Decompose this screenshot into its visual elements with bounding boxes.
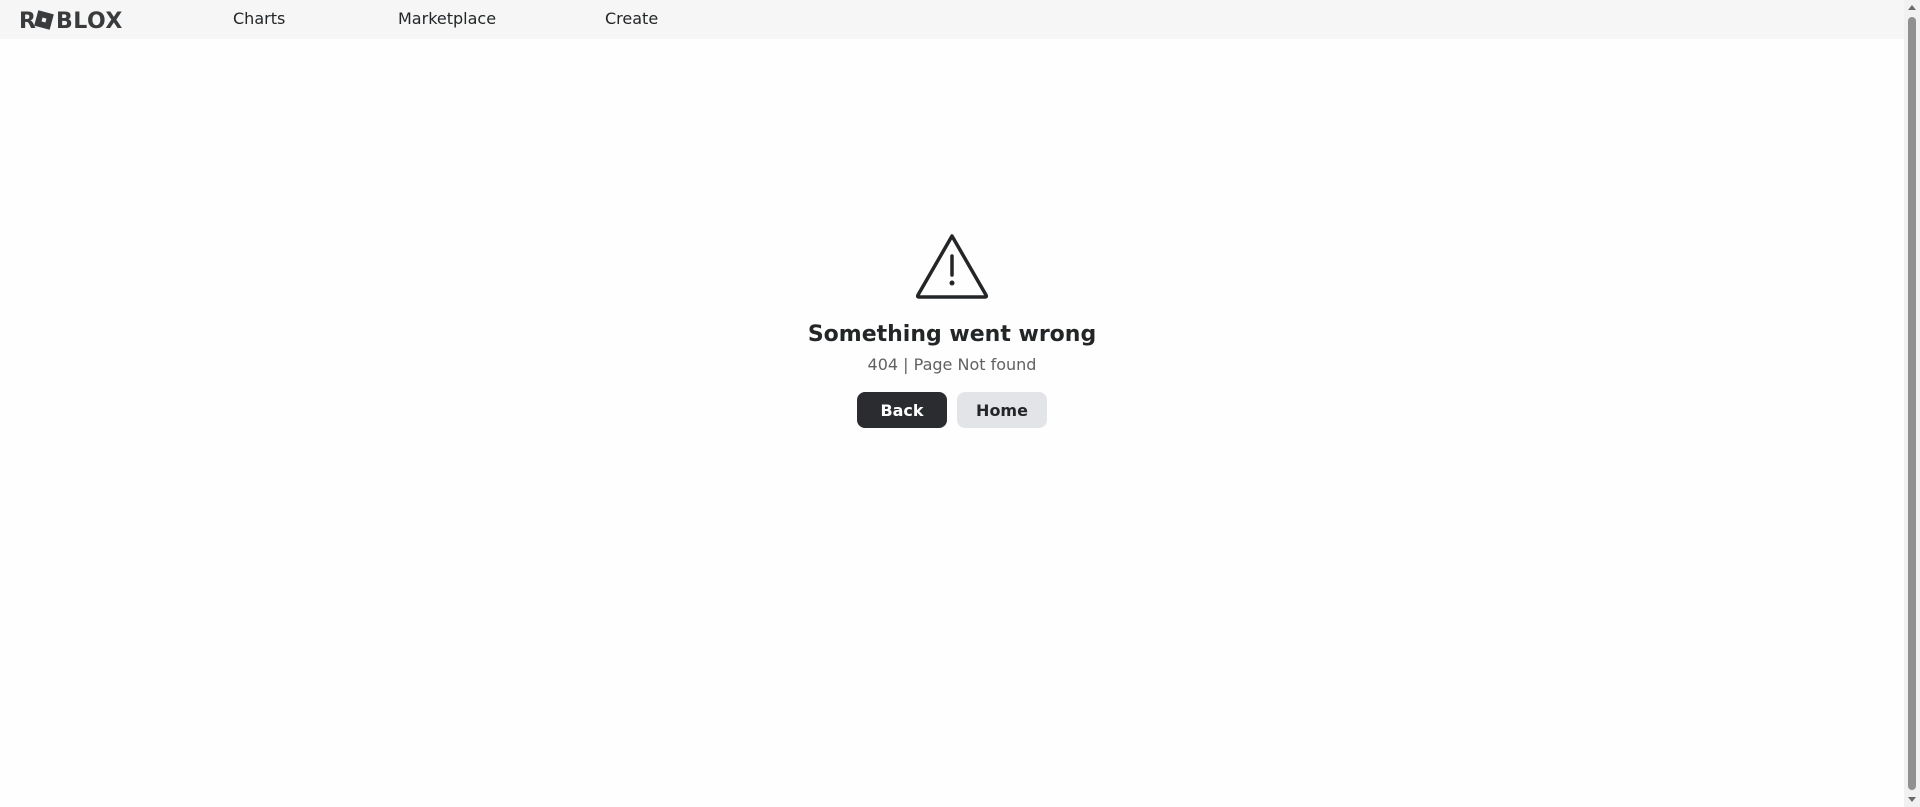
scroll-down-arrow-icon[interactable] — [1908, 797, 1916, 802]
back-button[interactable]: Back — [857, 392, 947, 428]
scrollbar-thumb[interactable] — [1908, 17, 1916, 790]
roblox-logo-icon: R BLOX — [19, 9, 123, 31]
scroll-up-arrow-icon[interactable] — [1908, 5, 1916, 10]
nav-charts[interactable]: Charts — [233, 9, 285, 28]
nav-create[interactable]: Create — [605, 9, 658, 28]
error-actions: Back Home — [857, 392, 1047, 428]
svg-text:BLOX: BLOX — [56, 9, 123, 31]
error-subtitle: 404 | Page Not found — [867, 355, 1037, 374]
roblox-logo[interactable]: R BLOX — [19, 8, 138, 32]
svg-text:R: R — [19, 9, 36, 31]
nav-marketplace[interactable]: Marketplace — [398, 9, 496, 28]
error-panel: Something went wrong 404 | Page Not foun… — [0, 232, 1904, 428]
top-navigation-bar: R BLOX Charts Marketplace Create — [0, 0, 1904, 39]
warning-triangle-icon — [915, 234, 989, 299]
error-title: Something went wrong — [807, 322, 1097, 347]
vertical-scrollbar[interactable] — [1904, 0, 1920, 807]
home-button[interactable]: Home — [957, 392, 1047, 428]
